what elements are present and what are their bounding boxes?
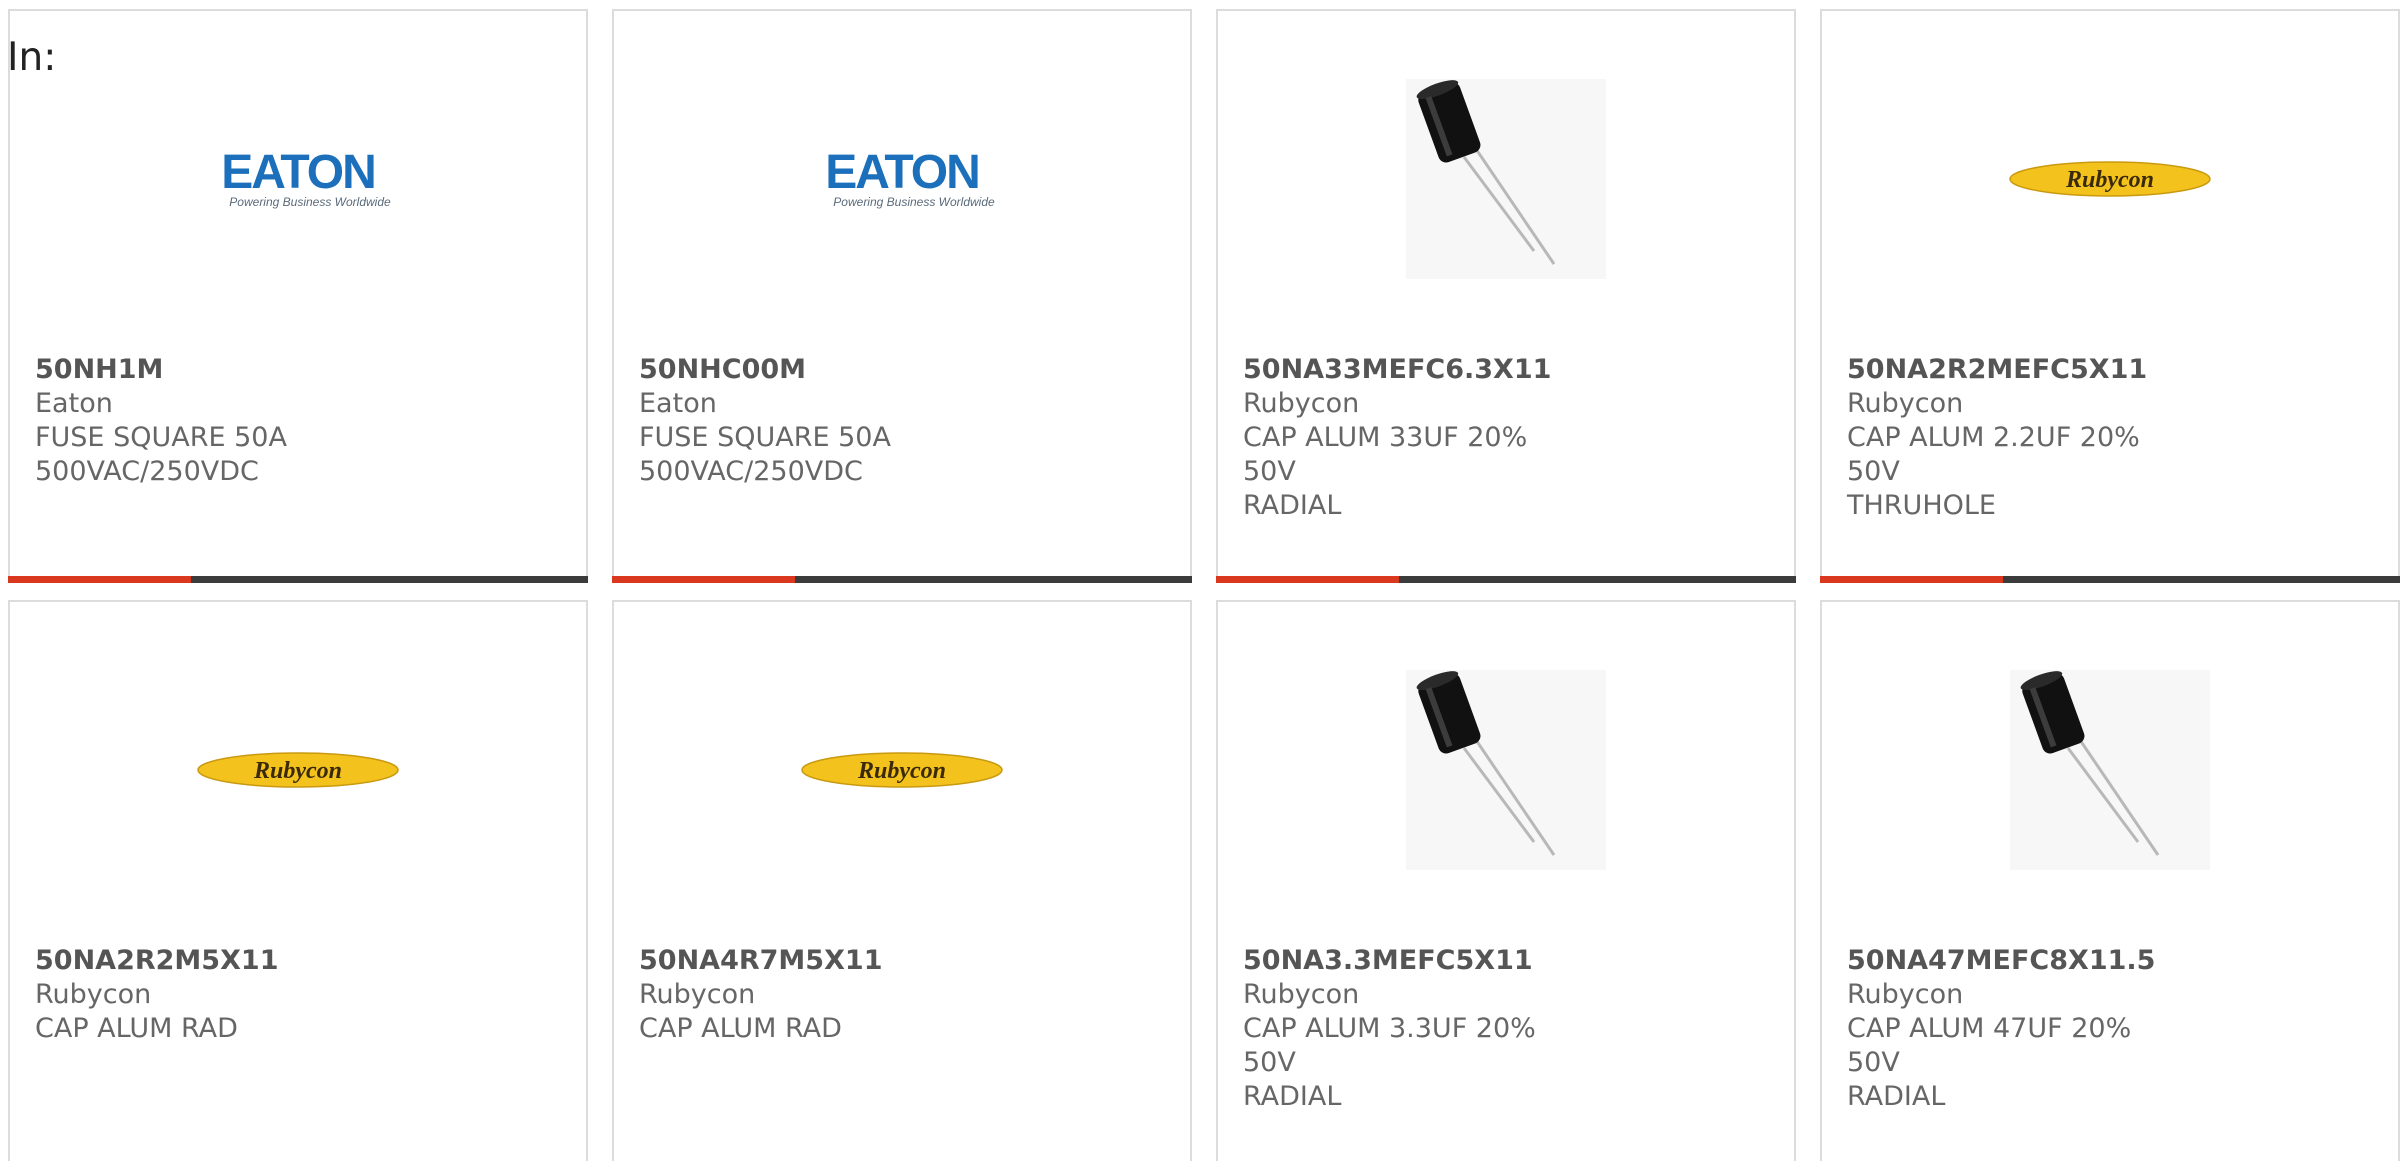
product-card[interactable]: EATON Powering Business Worldwide 50NH1M …: [8, 9, 588, 583]
accent-bar-segment: [1216, 576, 1399, 583]
product-card[interactable]: EATON Powering Business Worldwide 50NHC00…: [612, 9, 1192, 583]
product-card[interactable]: 50NA47MEFC8X11.5 Rubycon CAP ALUM 47UF 2…: [1820, 600, 2400, 1161]
svg-text:Rubycon: Rubycon: [857, 758, 946, 784]
product-grid: EATON Powering Business Worldwide 50NH1M …: [8, 9, 2400, 1161]
product-info: 50NA33MEFC6.3X11 Rubycon CAP ALUM 33UF 2…: [1243, 353, 1774, 523]
description-line: CAP ALUM RAD: [35, 1013, 238, 1044]
product-info: 50NA2R2MEFC5X11 Rubycon CAP ALUM 2.2UF 2…: [1847, 353, 2378, 523]
product-description: FUSE SQUARE 50A 500VAC/250VDC: [639, 421, 939, 489]
manufacturer-name: Eaton: [639, 388, 717, 419]
description-line: CAP ALUM 47UF 20% 50V: [1847, 1013, 2132, 1078]
eaton-logo: EATON Powering Business Worldwide: [198, 146, 398, 212]
product-image: Rubycon: [10, 667, 586, 873]
card-accent-bar: [612, 576, 1192, 583]
rubycon-logo: Rubycon: [196, 750, 400, 790]
svg-text:EATON: EATON: [221, 146, 375, 199]
manufacturer-name: Rubycon: [35, 979, 152, 1010]
description-line: FUSE SQUARE 50A: [35, 422, 287, 453]
product-description: CAP ALUM RAD: [639, 1012, 939, 1046]
product-info: 50NH1M Eaton FUSE SQUARE 50A 500VAC/250VD…: [35, 353, 566, 489]
manufacturer-name: Rubycon: [1243, 979, 1360, 1010]
product-description: CAP ALUM 2.2UF 20% 50V THRUHOLE: [1847, 421, 2147, 523]
product-description: CAP ALUM 33UF 20% 50V RADIAL: [1243, 421, 1543, 523]
manufacturer-name: Eaton: [35, 388, 113, 419]
svg-text:Rubycon: Rubycon: [2065, 167, 2154, 193]
description-line: 500VAC/250VDC: [639, 456, 863, 487]
dark-bar-segment: [1399, 576, 1796, 583]
description-line: RADIAL: [1243, 1081, 1342, 1112]
product-description: CAP ALUM 3.3UF 20% 50V RADIAL: [1243, 1012, 1543, 1114]
manufacturer-name: Rubycon: [639, 979, 756, 1010]
part-number[interactable]: 50NH1M: [35, 353, 566, 387]
product-card[interactable]: 50NA33MEFC6.3X11 Rubycon CAP ALUM 33UF 2…: [1216, 9, 1796, 583]
product-description: CAP ALUM 47UF 20% 50V RADIAL: [1847, 1012, 2147, 1114]
accent-bar-segment: [1820, 576, 2003, 583]
manufacturer-name: Rubycon: [1243, 388, 1360, 419]
dark-bar-segment: [795, 576, 1192, 583]
product-card[interactable]: Rubycon 50NA2R2MEFC5X11 Rubycon CAP ALUM…: [1820, 9, 2400, 583]
rubycon-logo: Rubycon: [2008, 159, 2212, 199]
description-line: CAP ALUM 2.2UF 20% 50V: [1847, 422, 2140, 487]
product-card[interactable]: Rubycon 50NA2R2M5X11 Rubycon CAP ALUM RA…: [8, 600, 588, 1161]
product-image: EATON Powering Business Worldwide: [10, 76, 586, 282]
accent-bar-segment: [612, 576, 795, 583]
dark-bar-segment: [191, 576, 588, 583]
accent-bar-segment: [8, 576, 191, 583]
filter-in-label: In:: [7, 35, 57, 80]
product-info: 50NA2R2M5X11 Rubycon CAP ALUM RAD: [35, 944, 566, 1046]
description-line: RADIAL: [1243, 490, 1342, 521]
part-number[interactable]: 50NA4R7M5X11: [639, 944, 1170, 978]
product-info: 50NHC00M Eaton FUSE SQUARE 50A 500VAC/250…: [639, 353, 1170, 489]
card-accent-bar: [8, 576, 588, 583]
product-description: FUSE SQUARE 50A 500VAC/250VDC: [35, 421, 335, 489]
part-number[interactable]: 50NA2R2M5X11: [35, 944, 566, 978]
product-info: 50NA3.3MEFC5X11 Rubycon CAP ALUM 3.3UF 2…: [1243, 944, 1774, 1114]
part-number[interactable]: 50NHC00M: [639, 353, 1170, 387]
description-line: FUSE SQUARE 50A: [639, 422, 891, 453]
part-number[interactable]: 50NA2R2MEFC5X11: [1847, 353, 2378, 387]
card-accent-bar: [1820, 576, 2400, 583]
product-card[interactable]: Rubycon 50NA4R7M5X11 Rubycon CAP ALUM RA…: [612, 600, 1192, 1161]
product-image: Rubycon: [614, 667, 1190, 873]
description-line: 500VAC/250VDC: [35, 456, 259, 487]
capacitor-image: [1406, 79, 1606, 279]
dark-bar-segment: [2003, 576, 2400, 583]
card-accent-bar: [1216, 576, 1796, 583]
svg-text:EATON: EATON: [825, 146, 979, 199]
rubycon-logo: Rubycon: [800, 750, 1004, 790]
product-info: 50NA4R7M5X11 Rubycon CAP ALUM RAD: [639, 944, 1170, 1046]
eaton-tagline: Powering Business Worldwide: [833, 195, 995, 209]
part-number[interactable]: 50NA33MEFC6.3X11: [1243, 353, 1774, 387]
description-line: CAP ALUM RAD: [639, 1013, 842, 1044]
capacitor-image: [2010, 670, 2210, 870]
description-line: CAP ALUM 3.3UF 20% 50V: [1243, 1013, 1536, 1078]
product-image: EATON Powering Business Worldwide: [614, 76, 1190, 282]
eaton-logo: EATON Powering Business Worldwide: [802, 146, 1002, 212]
product-image: [1218, 667, 1794, 873]
description-line: RADIAL: [1847, 1081, 1946, 1112]
capacitor-image: [1406, 670, 1606, 870]
product-image: Rubycon: [1822, 76, 2398, 282]
product-card[interactable]: 50NA3.3MEFC5X11 Rubycon CAP ALUM 3.3UF 2…: [1216, 600, 1796, 1161]
product-description: CAP ALUM RAD: [35, 1012, 335, 1046]
description-line: CAP ALUM 33UF 20% 50V: [1243, 422, 1528, 487]
svg-text:Rubycon: Rubycon: [253, 758, 342, 784]
part-number[interactable]: 50NA3.3MEFC5X11: [1243, 944, 1774, 978]
description-line: THRUHOLE: [1847, 490, 1996, 521]
part-number[interactable]: 50NA47MEFC8X11.5: [1847, 944, 2378, 978]
manufacturer-name: Rubycon: [1847, 979, 1964, 1010]
product-info: 50NA47MEFC8X11.5 Rubycon CAP ALUM 47UF 2…: [1847, 944, 2378, 1114]
product-image: [1822, 667, 2398, 873]
manufacturer-name: Rubycon: [1847, 388, 1964, 419]
product-image: [1218, 76, 1794, 282]
eaton-tagline: Powering Business Worldwide: [229, 195, 391, 209]
product-listing-page: In: EATON Powering Business Worldwide 50N…: [0, 0, 2400, 1161]
